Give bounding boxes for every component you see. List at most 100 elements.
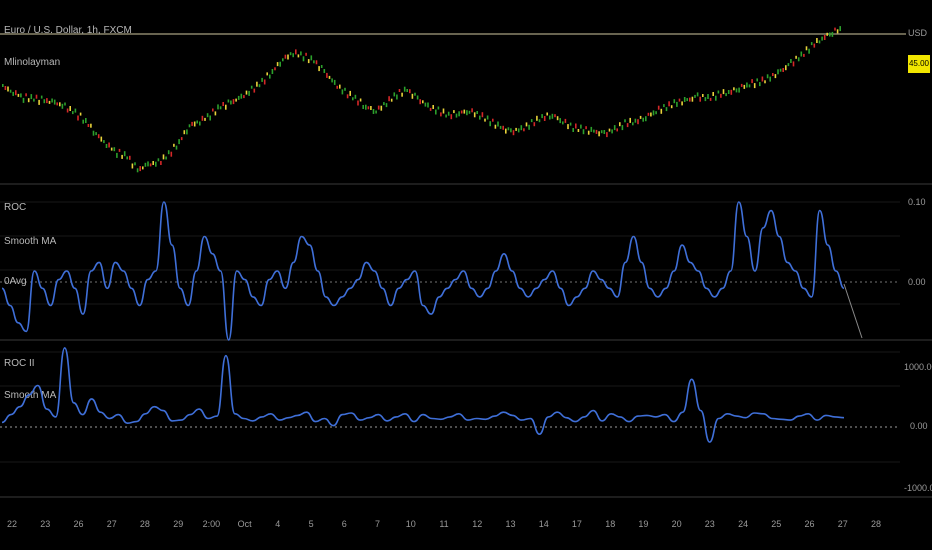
price-candle <box>217 104 219 110</box>
rocii-tick-zero: 0.00 <box>910 421 928 431</box>
price-candle <box>53 99 56 105</box>
x-tick-label: 25 <box>771 519 781 529</box>
roc-tick-top: 0.10 <box>908 197 926 207</box>
x-tick-label: 20 <box>672 519 682 529</box>
x-tick-label: 22 <box>7 519 17 529</box>
price-candle <box>64 102 66 106</box>
x-tick-label: 12 <box>472 519 482 529</box>
price-candle <box>782 68 784 72</box>
price-candle <box>318 66 320 72</box>
price-candle <box>790 59 792 63</box>
price-candle <box>30 94 33 100</box>
price-candle <box>162 154 165 160</box>
price-candle <box>715 95 717 101</box>
price-candle <box>795 55 797 59</box>
price-candle <box>406 89 408 92</box>
roc-line <box>1 201 845 341</box>
price-candle <box>336 85 338 89</box>
price-candle <box>753 83 756 89</box>
x-tick-label: 28 <box>140 519 150 529</box>
price-candle <box>569 122 572 126</box>
price-candle <box>564 118 567 123</box>
price-candle <box>468 110 471 114</box>
price-candle <box>629 117 631 123</box>
price-candle <box>160 161 162 165</box>
roc-tick-zero: 0.00 <box>908 277 926 287</box>
price-candle <box>256 81 258 87</box>
price-candle <box>725 93 727 97</box>
x-tick-label: 6 <box>342 519 347 529</box>
price-candle <box>230 100 232 105</box>
price-candle <box>647 112 650 116</box>
price-candle <box>657 105 660 110</box>
price-candle <box>764 80 766 84</box>
price-candle <box>48 100 51 104</box>
price-candle <box>722 89 725 95</box>
price-candle <box>129 155 131 160</box>
price-candle <box>178 139 180 145</box>
price-candle <box>25 93 27 97</box>
price-candle <box>180 137 183 141</box>
price-candle <box>12 91 14 96</box>
price-candle <box>305 52 307 56</box>
price-candle <box>751 79 753 84</box>
price-candle <box>422 100 424 104</box>
rocii-line <box>1 347 845 443</box>
price-candle <box>634 118 637 123</box>
rocii-legend-roc: ROC II <box>4 358 35 369</box>
price-axis-label: USD <box>908 28 928 38</box>
price-candle <box>188 124 191 128</box>
price-candle <box>90 123 92 128</box>
price-candle <box>331 78 333 83</box>
price-candle <box>619 122 621 127</box>
price-candle <box>717 90 720 94</box>
price-candle <box>727 90 730 94</box>
price-candle <box>38 99 40 105</box>
price-candle <box>365 104 367 110</box>
price-candle <box>585 126 587 130</box>
rocii-series <box>1 347 845 443</box>
price-candle <box>455 113 458 118</box>
price-candle <box>492 118 494 122</box>
price-candle <box>785 65 787 71</box>
price-candle <box>144 162 147 167</box>
price-candle <box>401 92 403 97</box>
price-candle <box>123 151 126 157</box>
price-candle <box>56 102 58 106</box>
price-candle <box>826 32 828 36</box>
price-candle <box>61 103 64 109</box>
price-candle <box>367 106 370 110</box>
price-candle <box>611 129 613 134</box>
price-candle <box>385 103 388 108</box>
price-candle <box>512 130 515 136</box>
price-candle <box>694 94 696 98</box>
price-candle <box>735 88 738 93</box>
price-candle <box>691 96 694 102</box>
price-candle <box>632 122 634 126</box>
price-candle <box>100 136 103 142</box>
price-candle <box>655 111 657 115</box>
price-candle <box>134 162 136 166</box>
price-candle <box>772 73 774 76</box>
price-candle <box>398 89 401 92</box>
x-tick-label: 23 <box>705 519 715 529</box>
price-candle <box>77 115 79 121</box>
x-tick-label: 26 <box>804 519 814 529</box>
price-candle <box>562 121 564 125</box>
price-candle <box>206 113 209 118</box>
price-candle <box>818 40 821 44</box>
price-candle <box>779 68 782 72</box>
price-candle <box>559 118 561 124</box>
price-series <box>2 26 841 173</box>
price-candle <box>831 31 834 37</box>
price-candle <box>743 84 746 89</box>
price-candle <box>359 98 362 102</box>
price-candle <box>645 116 647 122</box>
x-tick-label: 27 <box>107 519 117 529</box>
price-candle <box>787 63 790 67</box>
price-candle <box>82 119 84 124</box>
price-candle <box>126 156 128 160</box>
price-candle <box>577 129 580 132</box>
price-candle <box>292 53 294 58</box>
price-candle <box>173 143 175 147</box>
